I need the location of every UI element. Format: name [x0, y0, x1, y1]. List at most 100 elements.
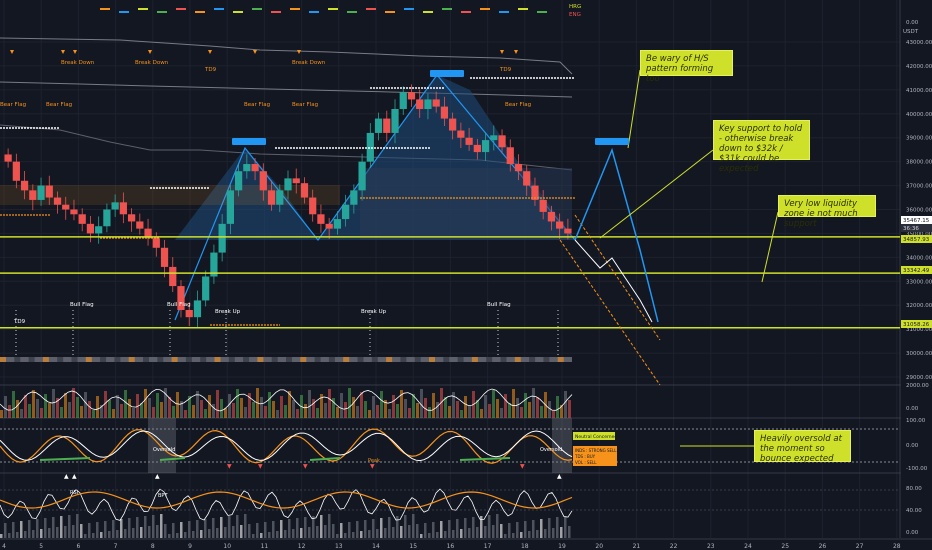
- candle-body: [358, 161, 366, 191]
- volume-bar: [556, 396, 559, 418]
- candle-body: [300, 183, 309, 198]
- osc-bar: [408, 525, 411, 538]
- volume-bar: [128, 399, 131, 418]
- candle-body: [95, 226, 103, 234]
- time-axis-label: 26: [819, 543, 827, 550]
- time-axis-label: 4: [2, 543, 6, 550]
- candle-body: [309, 197, 317, 215]
- session-strip-seg: [443, 357, 450, 362]
- volume-bar: [32, 390, 35, 418]
- session-strip-seg: [14, 357, 21, 362]
- price-axis-tick: 33000.00: [906, 279, 932, 285]
- time-axis-label: 24: [744, 543, 752, 550]
- volume-bar: [8, 405, 11, 418]
- candle-body: [465, 137, 473, 145]
- pattern-label: Break Down: [61, 60, 95, 66]
- candle-body: [317, 214, 325, 224]
- volume-bar: [540, 406, 543, 418]
- candle-body: [103, 209, 111, 227]
- trading-chart[interactable]: Bear Flag Bear Flag Bear Flag Bear Flag Bear…: [0, 0, 932, 550]
- osc-bar: [208, 529, 211, 538]
- top-right-label: ENG: [569, 12, 581, 18]
- osc-bar: [296, 518, 299, 538]
- volume-bar: [16, 400, 19, 418]
- pattern-label: Bear Flag: [0, 102, 26, 108]
- session-strip-seg: [400, 357, 407, 362]
- price-axis-tick: 36000.00: [906, 208, 932, 214]
- osc-bar: [392, 527, 395, 538]
- time-axis-label: 22: [670, 543, 678, 550]
- session-mark: [309, 11, 319, 13]
- osc-bar: [4, 523, 7, 538]
- time-axis-label: 12: [298, 543, 306, 550]
- pattern-label: Bear Flag: [46, 102, 72, 108]
- signal-marker: ▼: [303, 463, 308, 470]
- osc-bar: [236, 515, 239, 538]
- osc-bar: [180, 522, 183, 538]
- volume-bar: [232, 403, 235, 418]
- time-axis-bg: [0, 539, 932, 550]
- volume-bar: [204, 409, 207, 418]
- candle-body: [152, 238, 160, 248]
- session-mark: [537, 11, 547, 13]
- time-axis-label: 6: [76, 543, 80, 550]
- session-strip-seg: [300, 357, 307, 362]
- volume-bar: [236, 389, 239, 418]
- volume-bar: [412, 394, 415, 418]
- volume-bar: [228, 394, 231, 418]
- candle-body: [383, 118, 391, 133]
- osc-bar: [136, 517, 139, 538]
- volume-axis-tick: 2000.00: [906, 383, 929, 389]
- osc-bar: [156, 525, 159, 538]
- session-strip-seg: [429, 357, 435, 362]
- volume-bar: [260, 397, 263, 418]
- oversold-shade: [148, 418, 176, 473]
- volume-bar: [336, 407, 339, 418]
- pattern-label: TD9: [13, 319, 26, 325]
- neutral-label: Neutral Concerned: [575, 434, 617, 440]
- osc-bar: [484, 526, 487, 538]
- volume-bar: [280, 396, 283, 418]
- pattern-tag: [430, 70, 464, 77]
- candle-body: [119, 202, 127, 215]
- candle-body: [284, 178, 292, 191]
- osc-bar: [380, 518, 383, 538]
- volume-bar: [304, 404, 307, 418]
- osc-bar: [96, 522, 99, 538]
- osc-bar: [44, 518, 47, 538]
- pattern-label: Bull Flag: [167, 302, 191, 308]
- osc-bar: [464, 518, 467, 538]
- volume-bar: [60, 407, 63, 418]
- volume-bar: [148, 398, 151, 418]
- osc-bar: [368, 530, 371, 538]
- volume-bar: [140, 403, 143, 418]
- osc-bar: [520, 532, 523, 538]
- time-axis-label: 18: [521, 543, 529, 550]
- pattern-label: Break Down: [292, 60, 326, 66]
- session-mark: [271, 11, 281, 13]
- osc-bar: [92, 533, 95, 538]
- volume-bar: [312, 399, 315, 418]
- candle-body: [473, 144, 481, 153]
- volume-bar: [308, 390, 311, 418]
- osc-bar: [528, 531, 531, 538]
- session-strip-seg: [128, 357, 135, 362]
- price-axis-tick: 38000.00: [906, 160, 932, 166]
- pattern-tag: [595, 138, 629, 145]
- time-axis-label: 27: [856, 543, 864, 550]
- osc-bar: [312, 516, 315, 538]
- volume-bar: [168, 397, 171, 418]
- osc-bar: [172, 523, 175, 538]
- osc-bar: [304, 517, 307, 538]
- candle-body: [193, 300, 202, 318]
- osc-bar: [436, 532, 439, 538]
- volume-bar: [348, 388, 351, 418]
- osc-bar: [396, 516, 399, 538]
- volume-bar: [268, 392, 271, 418]
- osc-bar: [504, 534, 507, 538]
- pattern-label: TD9: [499, 67, 512, 73]
- osc-bar: [276, 531, 279, 538]
- volume-bar: [220, 399, 223, 418]
- volume-bar: [392, 395, 395, 418]
- candle-body: [185, 310, 193, 318]
